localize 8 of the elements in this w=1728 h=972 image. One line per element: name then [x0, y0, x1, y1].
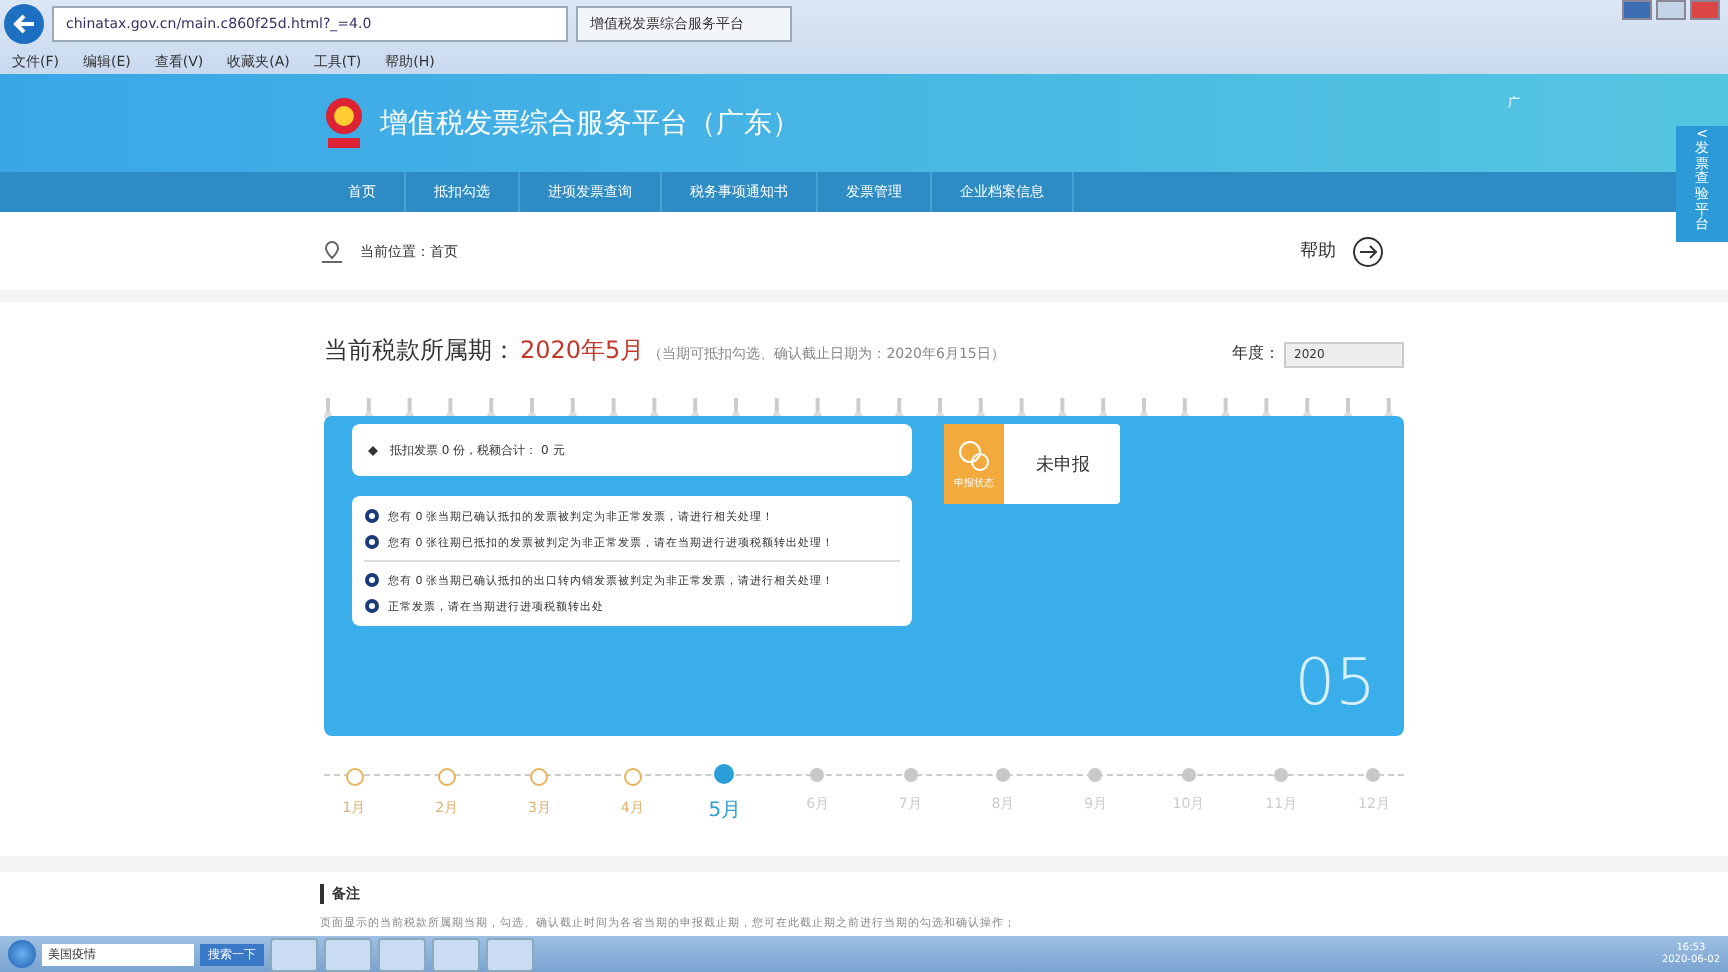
year-label: 年度： [1232, 342, 1280, 364]
site-title: 增值税发票综合服务平台（广东） [380, 105, 800, 141]
period-label: 当前税款所属期： [324, 334, 516, 368]
period-value: 2020年5月 [520, 334, 645, 368]
month-number: 05 [1294, 644, 1376, 720]
status-value: 未申报 [1036, 453, 1090, 477]
help-link[interactable]: 帮助 [1300, 238, 1336, 264]
month-label[interactable]: 5月 [708, 796, 742, 824]
